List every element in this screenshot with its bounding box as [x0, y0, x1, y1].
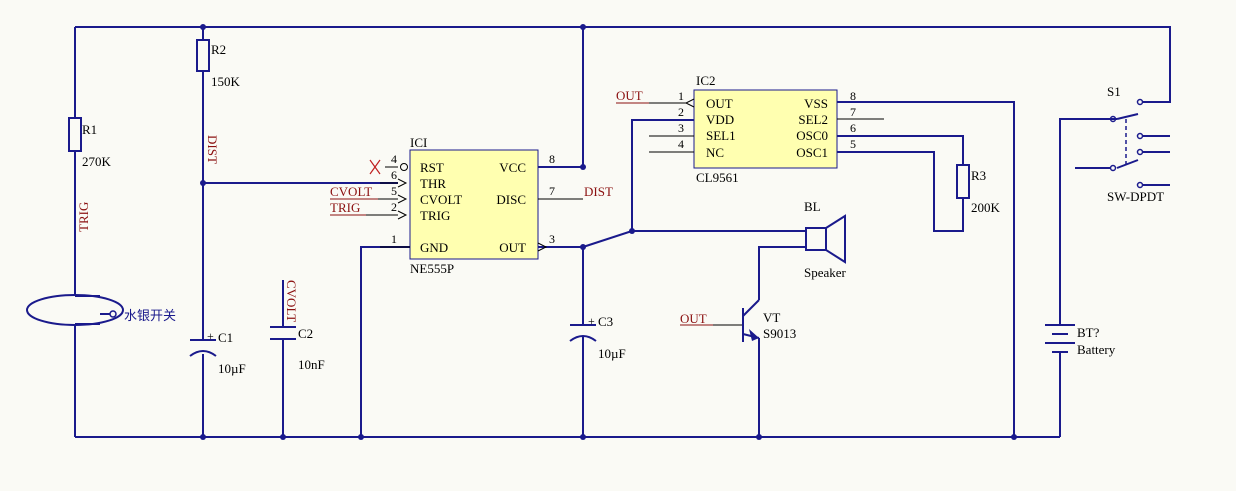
ic1-pin-thr: THR — [420, 176, 446, 191]
ic2-pin-vss: VSS — [804, 96, 828, 111]
ic2-cl9561: IC2 CL9561 1 2 3 4 OUT VDD SEL1 NC 8 7 6… — [649, 73, 884, 185]
ic1-pin-cvolt: CVOLT — [420, 192, 462, 207]
junction — [200, 180, 206, 186]
capacitor-c3: + C3 10µF — [569, 314, 626, 361]
junctions — [200, 24, 1017, 440]
junction — [756, 434, 762, 440]
junction — [358, 434, 364, 440]
c3-ref: C3 — [598, 314, 613, 329]
r3-value: 200K — [971, 200, 1001, 215]
capacitor-c2: C2 10nF — [270, 326, 325, 372]
rst-inversion-bubble — [400, 163, 408, 171]
ic1-pin-out: OUT — [499, 240, 526, 255]
ic2-pin-sel1: SEL1 — [706, 128, 736, 143]
net-label-out-ic2: OUT — [616, 88, 643, 103]
ic1-pin-gnd: GND — [420, 240, 448, 255]
ic2-pin1-num: 1 — [678, 89, 684, 103]
transistor-vt: VT S9013 — [713, 299, 796, 342]
net-label-dist: DIST — [584, 184, 613, 199]
c3-value: 10µF — [598, 346, 626, 361]
ic1-pin-disc: DISC — [496, 192, 526, 207]
ic2-pin6-num: 6 — [850, 121, 856, 135]
ic1-pin1-num: 1 — [391, 232, 397, 246]
schematic: R1 270K TRIG 水银开关 R2 150K DIST + C1 10µF… — [26, 24, 1171, 440]
ic2-pin-osc1: OSC1 — [796, 145, 828, 160]
c2-ref: C2 — [298, 326, 313, 341]
speaker-ref: BL — [804, 199, 821, 214]
c1-polarity: + — [207, 329, 214, 343]
junction — [580, 244, 586, 250]
capacitor-c1: + C1 10µF — [189, 329, 246, 376]
ic1-ref: ICI — [410, 135, 427, 150]
ic1-pin-vcc: VCC — [499, 160, 526, 175]
ic2-pin-osc0: OSC0 — [796, 128, 828, 143]
net-label-dist-vertical: DIST — [205, 135, 220, 164]
r3-ref: R3 — [971, 168, 986, 183]
battery-icon: BT? Battery — [1045, 324, 1116, 357]
no-connect-icon — [369, 159, 381, 175]
ic1-pin2-num: 2 — [391, 200, 397, 214]
r1-value: 270K — [82, 154, 112, 169]
junction — [580, 24, 586, 30]
ic2-part: CL9561 — [696, 170, 739, 185]
r2-ref: R2 — [211, 42, 226, 57]
net-label-cvolt-vertical: CVOLT — [284, 280, 299, 322]
ic2-pin-vdd: VDD — [706, 112, 734, 127]
ic1-pin6-num: 6 — [391, 168, 397, 182]
mercury-switch-label: 水银开关 — [124, 308, 176, 323]
speaker-label: Speaker — [804, 265, 847, 280]
emitter-arrow-icon — [749, 329, 759, 341]
junction — [280, 434, 286, 440]
net-label-trig-vertical: TRIG — [76, 202, 91, 232]
junction — [200, 434, 206, 440]
ic2-pin-sel2: SEL2 — [798, 112, 828, 127]
net-label-out-vt: OUT — [680, 311, 707, 326]
battery-ref: BT? — [1077, 325, 1100, 340]
r1-ref: R1 — [82, 122, 97, 137]
transistor-part: S9013 — [763, 326, 796, 341]
c1-ref: C1 — [218, 330, 233, 345]
switch-type: SW-DPDT — [1107, 189, 1164, 204]
junction — [629, 228, 635, 234]
junction — [580, 164, 586, 170]
ic2-ref: IC2 — [696, 73, 716, 88]
ic1-pin3-num: 3 — [549, 232, 555, 246]
ic1-pin7-num: 7 — [549, 184, 555, 198]
r2-value: 150K — [211, 74, 241, 89]
ic1-pin-rst: RST — [420, 160, 444, 175]
ic1-part: NE555P — [410, 261, 454, 276]
ic2-pin8-num: 8 — [850, 89, 856, 103]
ic1-ne555: ICI NE555P 4 6 5 2 1 RST THR CVOLT TRIG … — [330, 135, 583, 276]
junction — [580, 434, 586, 440]
net-label-trig: TRIG — [330, 200, 360, 215]
ic2-pin3-num: 3 — [678, 121, 684, 135]
switch-s1: S1 SW-DPDT — [1075, 84, 1170, 204]
junction — [200, 24, 206, 30]
c3-polarity: + — [588, 314, 595, 328]
ic2-pin4-num: 4 — [678, 137, 684, 151]
ic2-pin5-num: 5 — [850, 137, 856, 151]
ic1-pin-trig: TRIG — [420, 208, 450, 223]
ic1-pin4-num: 4 — [391, 152, 397, 166]
switch-ref: S1 — [1107, 84, 1121, 99]
transistor-ref: VT — [763, 310, 780, 325]
ic2-pin7-num: 7 — [850, 105, 856, 119]
ic2-pin-out: OUT — [706, 96, 733, 111]
ic1-pin5-num: 5 — [391, 184, 397, 198]
c1-value: 10µF — [218, 361, 246, 376]
junction — [1011, 434, 1017, 440]
ic2-pin2-num: 2 — [678, 105, 684, 119]
mercury-switch: 水银开关 — [26, 294, 176, 326]
c2-value: 10nF — [298, 357, 325, 372]
ic2-pin-nc: NC — [706, 145, 724, 160]
net-label-cvolt: CVOLT — [330, 184, 372, 199]
battery-label: Battery — [1077, 342, 1116, 357]
speaker-icon: BL Speaker — [804, 199, 847, 280]
ic1-pin8-num: 8 — [549, 152, 555, 166]
